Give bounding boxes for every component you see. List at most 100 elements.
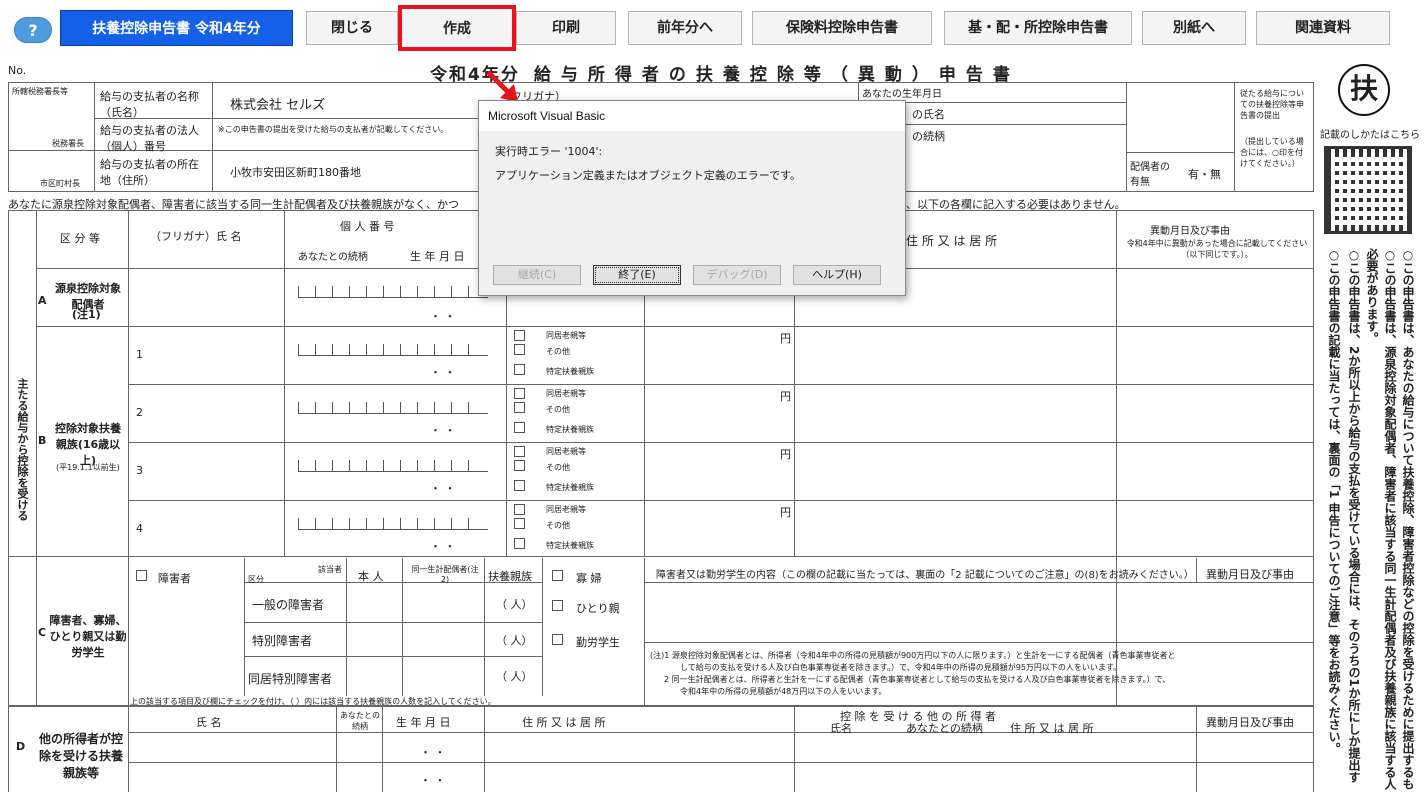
row-d-other-address: 住 所 又 は 居 所 (1010, 722, 1094, 735)
debug-button[interactable]: デバッグ(D) (693, 265, 781, 285)
birthdate-header: 生 年 月 日 (410, 250, 465, 263)
end-button[interactable]: 終了(E) (593, 265, 681, 285)
payer-name-value[interactable]: 株式会社 セルズ (230, 94, 325, 113)
print-button[interactable]: 印刷 (516, 11, 616, 45)
secondary-salary-note: 従たる給与についての扶養控除等申告書の提出 (1240, 89, 1304, 120)
row-b3-number-ticks[interactable] (298, 460, 488, 472)
spouse-options[interactable]: 有・無 (1188, 166, 1221, 182)
category-header: 区 分 等 (60, 232, 100, 245)
special-disabled-persons[interactable]: （ 人） (496, 632, 533, 648)
separate-sheet-button[interactable]: 別紙へ (1142, 11, 1246, 45)
continue-button[interactable]: 継続(C) (493, 265, 581, 285)
payer-number-label: 給与の支払者の法人（個人）番号 (100, 124, 199, 153)
b2-yen: 円 (780, 390, 791, 403)
howto-link[interactable]: 記載のしかたはこちら (1320, 126, 1420, 141)
row-c-content-label: 障害者又は勤労学生の内容（この欄の記載に当たっては、裏面の「2 記載についてのご… (656, 570, 1194, 581)
submit-note: （提出している場合には、○印を付けてください。） (1240, 137, 1304, 168)
single-parent-label: ひとり親 (576, 602, 620, 615)
relation-header: あなたとの続柄 (298, 252, 368, 263)
info-line-1: ○この申告書は、あなたの給与について扶養控除、障害者控除などの控除を受けるために… (1401, 248, 1415, 790)
row-d-birth-header: 生 年 月 日 (396, 716, 451, 729)
special-disabled-label: 特別障害者 (252, 634, 313, 648)
row-a-date[interactable]: ・ ・ (430, 308, 456, 324)
help-button[interactable]: ? (14, 17, 52, 43)
no-label: No. (8, 64, 27, 77)
info-line-5: ○この申告書の記載に当たっては、裏面の「1 申告についてのご注意」等をお読みくだ… (1327, 248, 1341, 755)
row-b1-number-ticks[interactable] (298, 344, 488, 356)
b4-cohabiting-checkbox[interactable] (514, 504, 525, 515)
payer-number-note: ※この申告書の提出を受けた給与の支払者が記載してください。 (218, 125, 449, 134)
b1-yen: 円 (780, 332, 791, 345)
basic-spouse-deduction-button[interactable]: 基・配・所控除申告書 (944, 11, 1132, 45)
b4-specific-label: 特定扶養親族 (546, 541, 594, 550)
general-disabled-label: 一般の障害者 (252, 598, 325, 612)
form-title-button[interactable]: 扶養控除申告書 令和4年分 (60, 10, 293, 46)
b3-specific-checkbox[interactable] (514, 480, 525, 491)
row-b1-date[interactable]: ・ ・ (430, 364, 456, 380)
b2-cohabiting-checkbox[interactable] (514, 388, 525, 399)
payer-address-value[interactable]: 小牧市安田区新町180番地 (230, 164, 361, 180)
row-c-col-kubun: 区分 (248, 575, 264, 584)
row-d-change: 異動月日及び事由 (1206, 716, 1294, 729)
row-a-letter: A (38, 294, 47, 307)
widow-checkbox[interactable] (552, 570, 563, 581)
row-c-letter: C (38, 626, 47, 639)
row-c-change-label: 異動月日及び事由 (1206, 568, 1294, 581)
row-b4-date[interactable]: ・ ・ (430, 538, 456, 554)
disabled-checkbox[interactable] (136, 570, 147, 581)
create-button[interactable]: 作成 (398, 5, 516, 51)
b1-other-checkbox[interactable] (514, 344, 525, 355)
b3-cohabiting-checkbox[interactable] (514, 446, 525, 457)
row-b-number-3: 3 (136, 464, 143, 477)
row-c-col-head: 該当者 (318, 565, 342, 574)
b3-yen: 円 (780, 448, 791, 461)
row-b3-date[interactable]: ・ ・ (430, 480, 456, 496)
b4-specific-checkbox[interactable] (514, 538, 525, 549)
working-student-checkbox[interactable] (552, 634, 563, 645)
row-a-number-ticks[interactable] (298, 286, 488, 298)
related-materials-button[interactable]: 関連資料 (1256, 11, 1390, 45)
row-d-address-header: 住 所 又 は 居 所 (522, 716, 606, 729)
insurance-deduction-button[interactable]: 保険料控除申告書 (752, 11, 932, 45)
row-d-name-header: 氏 名 (196, 716, 222, 729)
row-b-label: 控除対象扶養親族(16歳以上) (55, 422, 121, 467)
widow-label: 寡 婦 (576, 572, 602, 585)
b2-other-checkbox[interactable] (514, 402, 525, 413)
b3-other-checkbox[interactable] (514, 460, 525, 471)
b2-specific-label: 特定扶養親族 (546, 425, 594, 434)
row-d-other-name: 氏名 (830, 722, 852, 735)
row-d-date-1[interactable]: ・ ・ (420, 744, 446, 760)
cohabiting-special-disabled-persons[interactable]: （ 人） (496, 668, 533, 684)
close-button[interactable]: 閉じる (306, 11, 398, 45)
row-a-note: (注1) (72, 308, 101, 321)
b4-other-checkbox[interactable] (514, 518, 525, 529)
b1-cohabiting-label: 同居老親等 (546, 331, 586, 340)
tax-office-label: 所轄税務署長等 (12, 87, 68, 96)
b2-specific-checkbox[interactable] (514, 422, 525, 433)
help-dialog-button[interactable]: ヘルプ(H) (793, 265, 881, 285)
right-info-panel: 扶 記載のしかたはこちら ○この申告書は、あなたの給与について扶養控除、障害者控… (1314, 58, 1424, 792)
b1-specific-checkbox[interactable] (514, 364, 525, 375)
row-b2-date[interactable]: ・ ・ (430, 422, 456, 438)
b1-cohabiting-checkbox[interactable] (514, 330, 525, 341)
b2-other-label: その他 (546, 405, 570, 414)
row-d-date-2[interactable]: ・ ・ (420, 772, 446, 788)
b3-other-label: その他 (546, 463, 570, 472)
row-d-label: 他の所得者が控除を受ける扶養親族等 (38, 732, 123, 780)
disabled-label: 障害者 (158, 572, 191, 585)
personal-number-header: 個 人 番 号 (340, 220, 395, 233)
row-b2-number-ticks[interactable] (298, 402, 488, 414)
householder-name-label: の氏名 (912, 108, 945, 121)
row-c-label: 障害者、寡婦、ひとり親又は勤労学生 (49, 614, 127, 659)
general-disabled-persons[interactable]: （ 人） (496, 596, 533, 612)
single-parent-checkbox[interactable] (552, 600, 563, 611)
row-b-note: (平19.1.1以前生) (56, 463, 120, 472)
qr-code-icon[interactable] (1324, 146, 1412, 234)
red-arrow-icon (486, 70, 518, 102)
dialog-error-code: 実行時エラー '1004': (495, 145, 603, 158)
b4-yen: 円 (780, 506, 791, 519)
row-b4-number-ticks[interactable] (298, 518, 488, 530)
previous-year-button[interactable]: 前年分へ (628, 11, 742, 45)
householder-relation-label: の続柄 (912, 130, 945, 143)
row-c-col-dep: 扶養親族 (488, 570, 532, 583)
